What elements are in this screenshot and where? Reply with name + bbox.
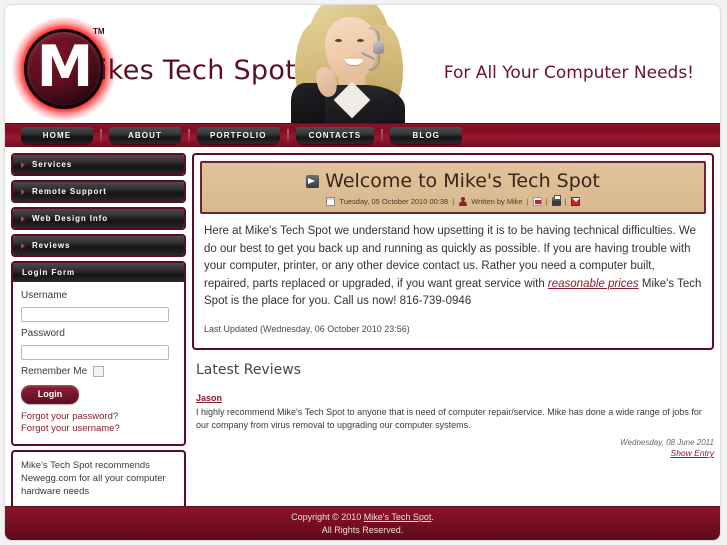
- review-date: Wednesday, 08 June 2011: [620, 438, 714, 447]
- sidebar-reviews-header[interactable]: Reviews: [13, 236, 184, 255]
- meta-separator: |: [526, 197, 529, 206]
- article-author: Written by Mike: [471, 197, 523, 206]
- login-form-title: Login Form: [13, 263, 184, 282]
- logo-circle: M: [24, 29, 104, 109]
- email-icon[interactable]: [570, 197, 580, 206]
- welcome-banner: Welcome to Mike's Tech Spot Tuesday, 05 …: [200, 161, 706, 214]
- site-shell: M TM ikes Tech Spot For All Your Compute…: [5, 5, 720, 540]
- footer-site-link[interactable]: Mike's Tech Spot: [364, 512, 432, 522]
- login-button[interactable]: Login: [21, 384, 79, 404]
- sidebar-item-remote-support[interactable]: Remote Support: [11, 180, 186, 203]
- article-card: Welcome to Mike's Tech Spot Tuesday, 05 …: [192, 153, 714, 350]
- login-form-body: Username Password Remember Me Login Forg…: [13, 282, 184, 444]
- sidebar-web-design-header[interactable]: Web Design Info: [13, 209, 184, 228]
- remember-me-checkbox[interactable]: [93, 366, 105, 377]
- show-entry-link[interactable]: Show Entry: [196, 448, 714, 458]
- sidebar-item-services[interactable]: Services: [11, 153, 186, 176]
- photo-eye-left: [335, 39, 342, 42]
- nav-item-blog[interactable]: BLOG: [390, 127, 463, 144]
- arrow-right-icon: [306, 174, 320, 188]
- sidebar-remote-support-header[interactable]: Remote Support: [13, 182, 184, 201]
- main-navigation: HOME ABOUT PORTFOLIO CONTACTS BLOG: [5, 123, 720, 147]
- remember-me-row: Remember Me: [21, 366, 176, 377]
- rights-reserved: All Rights Reserved.: [321, 524, 404, 535]
- article-body: Here at Mike's Tech Spot we understand h…: [200, 214, 706, 342]
- page-root: M TM ikes Tech Spot For All Your Compute…: [0, 0, 727, 545]
- nav-item-about[interactable]: ABOUT: [109, 127, 181, 144]
- article-meta: Tuesday, 05 October 2010 00:38 | Written…: [210, 195, 696, 206]
- latest-reviews-heading: Latest Reviews: [196, 362, 301, 378]
- site-footer: Copyright © 2010 Mike's Tech Spot. All R…: [5, 506, 720, 540]
- pdf-icon[interactable]: [532, 197, 542, 206]
- site-header: M TM ikes Tech Spot For All Your Compute…: [5, 5, 720, 123]
- article-title-text: Welcome to Mike's Tech Spot: [325, 170, 600, 192]
- reasonable-prices-link[interactable]: reasonable prices: [548, 278, 639, 290]
- page-body: Services Remote Support Web Design Info: [5, 147, 720, 540]
- meta-separator: |: [545, 197, 548, 206]
- nav-separator: [188, 128, 190, 143]
- password-label: Password: [21, 328, 65, 339]
- main-content: Welcome to Mike's Tech Spot Tuesday, 05 …: [192, 153, 714, 506]
- list-item: Jason I highly recommend Mike's Tech Spo…: [196, 388, 714, 458]
- review-author-link[interactable]: Jason: [196, 393, 222, 403]
- password-input[interactable]: [21, 345, 169, 360]
- nav-item-portfolio[interactable]: PORTFOLIO: [197, 127, 280, 144]
- header-photo: [277, 5, 412, 123]
- meta-separator: |: [452, 197, 455, 206]
- triangle-right-icon: [21, 242, 25, 249]
- triangle-right-icon: [21, 215, 25, 222]
- nav-separator: [381, 128, 384, 143]
- sidebar-item-reviews[interactable]: Reviews: [11, 234, 186, 257]
- site-tagline: For All Your Computer Needs!: [443, 63, 694, 83]
- article-title: Welcome to Mike's Tech Spot: [210, 170, 696, 192]
- sidebar-services-header[interactable]: Services: [13, 155, 184, 174]
- sidebar: Services Remote Support Web Design Info: [11, 153, 186, 540]
- last-updated-text: Last Updated (Wednesday, 06 October 2010…: [204, 323, 410, 334]
- forgot-password-link[interactable]: Forgot your password?: [21, 411, 176, 423]
- copyright-line: Copyright © 2010 Mike's Tech Spot.: [291, 511, 434, 524]
- copyright-prefix: Copyright © 2010: [291, 511, 364, 522]
- article-date: Tuesday, 05 October 2010 00:38: [339, 197, 449, 206]
- sidebar-item-label: Web Design Info: [32, 214, 109, 223]
- trademark-mark: TM: [93, 27, 105, 36]
- copyright-suffix: .: [431, 511, 434, 522]
- nav-separator: [286, 128, 289, 143]
- brand-name: ikes Tech Spot: [100, 55, 297, 86]
- sidebar-item-label: Remote Support: [32, 187, 107, 196]
- forgot-username-link[interactable]: Forgot your username?: [21, 423, 176, 435]
- sidebar-item-web-design-info[interactable]: Web Design Info: [11, 207, 186, 230]
- review-text: I highly recommend Mike's Tech Spot to a…: [196, 407, 702, 430]
- remember-me-label: Remember Me: [21, 366, 88, 377]
- login-form-panel: Login Form Username Password Remember Me…: [11, 261, 186, 446]
- logo-letter: M: [36, 33, 94, 100]
- promo-text: Mike's Tech Spot recommends Newegg.com f…: [21, 459, 166, 497]
- username-label: Username: [21, 290, 68, 301]
- nav-item-contacts[interactable]: CONTACTS: [295, 127, 375, 144]
- username-input[interactable]: [21, 307, 169, 322]
- meta-separator: |: [564, 197, 567, 206]
- sidebar-item-label: Services: [32, 160, 73, 169]
- nav-separator: [100, 128, 102, 143]
- headset-earpiece: [373, 41, 384, 54]
- calendar-icon: [326, 197, 336, 206]
- triangle-right-icon: [21, 161, 25, 168]
- nav-item-home[interactable]: HOME: [21, 127, 93, 144]
- sidebar-item-label: Reviews: [32, 241, 71, 250]
- print-icon[interactable]: [551, 195, 561, 206]
- user-icon: [458, 197, 467, 206]
- triangle-right-icon: [21, 188, 25, 195]
- photo-eye-right: [357, 39, 364, 42]
